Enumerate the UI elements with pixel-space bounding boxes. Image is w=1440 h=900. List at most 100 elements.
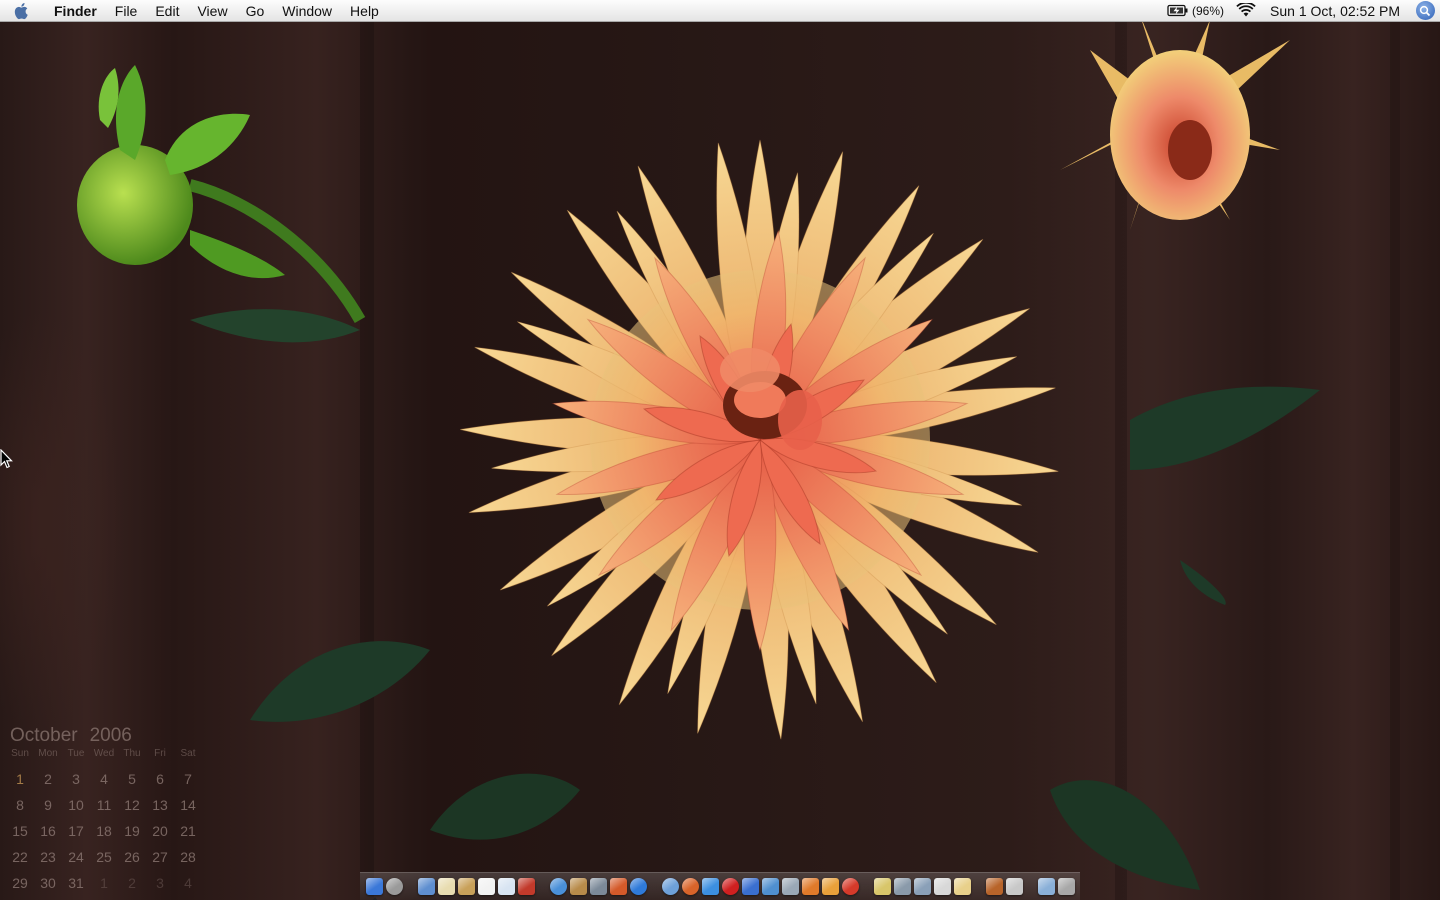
weekday-sun: Sun [11,748,29,759]
menu-bar: Finder File Edit View Go Window Help (96… [0,0,1440,22]
menu-edit[interactable]: Edit [146,0,188,22]
calendar-day-today: 1 [16,771,24,787]
calendar-day: 11 [96,797,112,813]
calendar-day: 21 [180,823,196,839]
calendar-day: 22 [12,849,28,865]
calendar-day: 26 [124,849,140,865]
weekday-wed: Wed [93,748,115,759]
calendar-day: 18 [96,823,112,839]
opera-icon[interactable] [721,878,739,895]
weekday-tue: Tue [67,748,85,759]
calendar-day: 17 [68,823,84,839]
calendar-day-next-month: 2 [128,875,136,891]
menu-window[interactable]: Window [273,0,341,22]
battery-charging-icon [1167,4,1188,17]
spotlight-search-icon [1415,1,1435,20]
info-icon[interactable] [497,878,515,895]
system-preferences-icon[interactable] [893,878,911,895]
calendar-day: 19 [124,823,140,839]
calendar-day: 3 [72,771,80,787]
firefox-icon[interactable] [681,878,699,895]
menu-go[interactable]: Go [237,0,274,22]
calendar-day: 16 [40,823,56,839]
acrobat-icon[interactable] [517,878,535,895]
wifi-status[interactable] [1230,0,1262,22]
dock [360,872,1080,900]
calendar-day-next-month: 3 [156,875,164,891]
calendar-day: 14 [180,797,196,813]
xcode-icon[interactable] [781,878,799,895]
flash-icon[interactable] [801,878,819,895]
trash-icon[interactable] [1057,878,1075,895]
preview-icon[interactable] [417,878,435,895]
network-globe-icon[interactable] [661,878,679,895]
apple-menu[interactable] [0,0,44,22]
calendar-day-next-month: 1 [100,875,108,891]
calendar-day: 28 [180,849,196,865]
dashboard-icon[interactable] [385,878,403,895]
pdf-icon[interactable] [841,878,859,895]
weekday-mon: Mon [38,748,58,759]
calendar-grid: Sun Mon Tue Wed Thu Fri Sat 1 2 3 4 5 6 … [6,748,206,896]
image-capture-icon[interactable] [589,878,607,895]
iphoto-icon[interactable] [457,878,475,895]
wifi-icon [1236,3,1256,17]
starburst-icon[interactable] [873,878,891,895]
quicktime-icon[interactable] [629,878,647,895]
apple-logo-icon [14,2,28,19]
calendar-day: 30 [40,875,56,891]
weekday-sat: Sat [180,748,196,759]
finder-icon[interactable] [365,878,383,900]
calendar-year: 2006 [89,725,132,746]
weekday-fri: Fri [154,748,166,759]
calendar-day-next-month: 4 [184,875,192,891]
menubar-clock[interactable]: Sun 1 Oct, 02:52 PM [1262,0,1410,22]
msn-messenger-icon[interactable] [741,878,759,895]
calendar-day: 27 [152,849,168,865]
calendar-day: 8 [16,797,24,813]
menu-file[interactable]: File [106,0,147,22]
calendar-day: 24 [68,849,84,865]
calendar-day: 29 [12,875,28,891]
menu-app-finder[interactable]: Finder [44,0,106,22]
documents-folder-icon[interactable] [1037,878,1055,895]
calendar-day: 4 [100,771,108,787]
safari-compass-icon[interactable] [549,878,567,895]
mail-icon[interactable] [761,878,779,895]
mouse-cursor-icon [0,449,13,469]
calendar-day: 20 [152,823,168,839]
internet-explorer-icon[interactable] [701,878,719,895]
utilities-icon[interactable] [913,878,931,895]
calendar-day: 6 [156,771,164,787]
textedit-icon[interactable] [437,878,455,895]
calendar-day: 12 [124,797,140,813]
calendar-day: 2 [44,771,52,787]
calendar-day: 15 [12,823,28,839]
photoshop-icon[interactable] [821,878,839,895]
disk-utility-icon[interactable] [1005,878,1023,895]
status-menus: (96%) Sun 1 Oct, 02:52 PM [1161,0,1440,22]
menu-view[interactable]: View [188,0,236,22]
calendar-day: 9 [44,797,52,813]
calendar-day: 5 [128,771,136,787]
weekday-thu: Thu [123,748,141,759]
script-editor-icon[interactable] [569,878,587,895]
address-book-icon[interactable] [933,878,951,895]
calendar-day: 7 [184,771,192,787]
calendar-day: 23 [40,849,56,865]
battery-status[interactable]: (96%) [1161,0,1230,22]
ical-icon[interactable] [477,878,495,895]
letter-icon[interactable] [953,878,971,895]
menu-help[interactable]: Help [341,0,388,22]
calendar-month: October [10,725,78,746]
battery-percent: (96%) [1192,3,1225,18]
calendar-day: 13 [152,797,168,813]
desktop-calendar-widget: October 2006 Sun Mon Tue Wed Thu Fri Sat… [6,725,206,896]
desktop [0,22,1440,900]
spotlight-button[interactable] [1410,0,1440,22]
photo-booth-icon[interactable] [609,878,627,895]
calendar-day: 25 [96,849,112,865]
tools-icon[interactable] [985,878,1003,895]
calendar-day: 31 [68,875,84,891]
calendar-day: 10 [68,797,84,813]
